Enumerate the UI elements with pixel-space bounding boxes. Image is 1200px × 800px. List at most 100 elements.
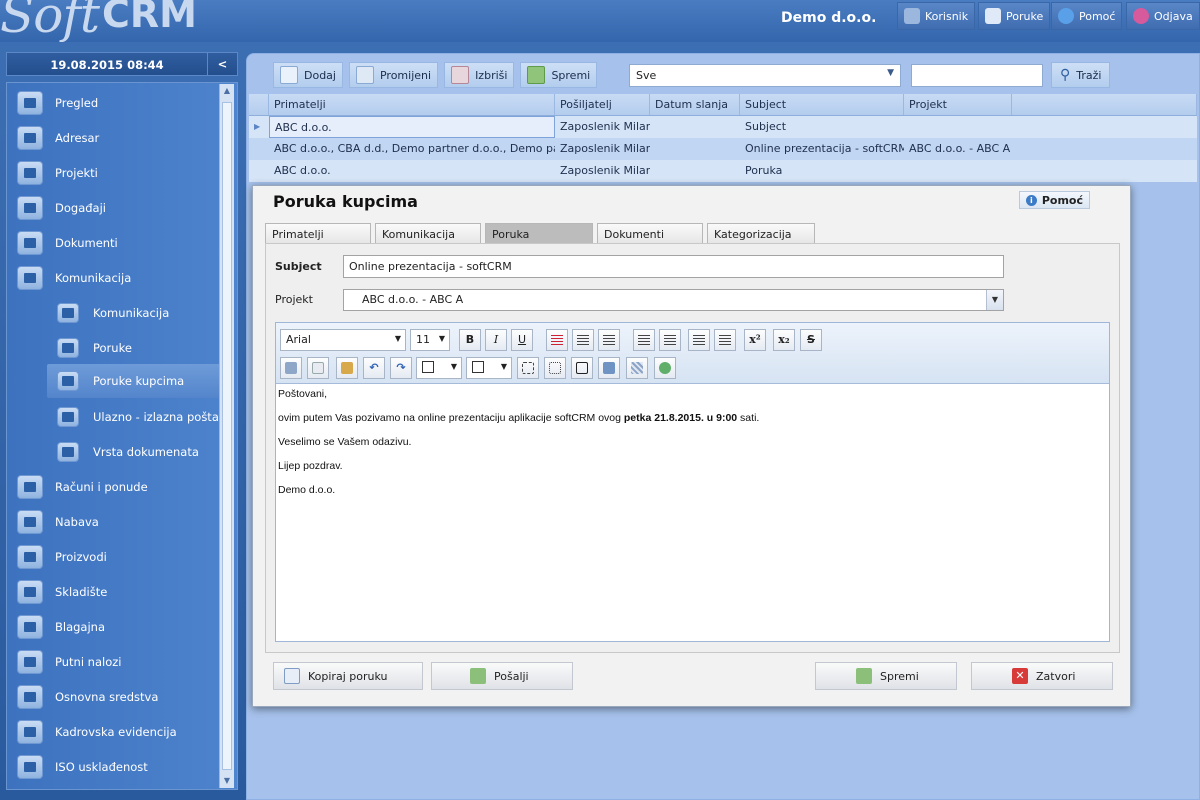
edit-button[interactable]: Promijeni — [348, 62, 439, 88]
undo-button[interactable]: ↶ — [363, 357, 385, 379]
table-cell[interactable]: ABC d.o.o. — [269, 160, 555, 182]
table-cell[interactable] — [904, 116, 1012, 138]
cut-button[interactable] — [280, 357, 302, 379]
sidebar-item-skladiste[interactable]: Skladište — [17, 576, 222, 608]
hyperlink-button[interactable] — [654, 357, 676, 379]
filter-dropdown[interactable]: Sve ▼ — [629, 64, 901, 87]
table-cell[interactable]: ABC d.o.o., CBA d.d., Demo partner d.o.o… — [269, 138, 555, 160]
sidebar-item-putni-nalozi[interactable]: Putni nalozi — [17, 646, 222, 678]
underline-button[interactable]: U — [511, 329, 533, 351]
table-button[interactable] — [544, 357, 566, 379]
numbered-list-button[interactable] — [714, 329, 736, 351]
sidebar-item-adresar[interactable]: Adresar — [17, 122, 222, 154]
sidebar-item-dokumenti[interactable]: Dokumenti — [17, 227, 222, 259]
table-cell[interactable]: ABC d.o.o. - ABC A — [904, 138, 1012, 160]
redo-button[interactable]: ↷ — [390, 357, 412, 379]
table-row[interactable]: ABC d.o.o. Zaposlenik Milan Poruka — [249, 160, 1197, 182]
bullet-list-button[interactable] — [688, 329, 710, 351]
project-select[interactable]: ABC d.o.o. - ABC A ▼ — [343, 289, 1004, 311]
tab-poruka[interactable]: Poruka — [485, 223, 593, 243]
column-header[interactable]: Datum slanja — [650, 94, 740, 115]
sidebar-subitem-poruke-kupcima[interactable]: Poruke kupcima — [47, 364, 223, 398]
sidebar-scrollbar[interactable]: ▲ ▼ — [219, 84, 234, 788]
close-dialog-button[interactable]: ✕ Zatvori — [971, 662, 1113, 690]
table-cell[interactable]: Zaposlenik Milan — [555, 116, 650, 138]
sidebar-item-komunikacija[interactable]: Komunikacija — [17, 262, 222, 294]
table-cell[interactable] — [650, 138, 740, 160]
table-cell[interactable] — [650, 116, 740, 138]
font-color-select[interactable]: ▼ — [466, 357, 512, 379]
tab-dokumenti[interactable]: Dokumenti — [597, 223, 703, 243]
table-cell[interactable] — [904, 160, 1012, 182]
paste-button[interactable] — [336, 357, 358, 379]
font-size-select[interactable]: 11 ▼ — [410, 329, 450, 351]
table-cell[interactable]: Online prezentacija - softCRM — [740, 138, 904, 160]
table-cell[interactable]: Subject — [740, 116, 904, 138]
align-left-button[interactable] — [546, 329, 568, 351]
sidebar-item-proizvodi[interactable]: Proizvodi — [17, 541, 222, 573]
tab-kategorizacija[interactable]: Kategorizacija — [707, 223, 815, 243]
image-button[interactable] — [598, 357, 620, 379]
highlight-color-select[interactable]: ▼ — [416, 357, 462, 379]
table-cell[interactable] — [650, 160, 740, 182]
sidebar-item-projekti[interactable]: Projekti — [17, 157, 222, 189]
messages-button[interactable]: Poruke — [978, 2, 1051, 30]
copy-message-button[interactable]: Kopiraj poruku — [273, 662, 423, 690]
sidebar-item-osnovna-sredstva[interactable]: Osnovna sredstva — [17, 681, 222, 713]
scroll-down-icon[interactable]: ▼ — [220, 774, 234, 788]
user-button[interactable]: Korisnik — [897, 2, 976, 30]
outdent-button[interactable] — [633, 329, 655, 351]
sidebar-item-pregled[interactable]: Pregled — [17, 87, 222, 119]
subject-input[interactable]: Online prezentacija - softCRM — [343, 255, 1004, 278]
sidebar-subitem-vrsta-dokumenata[interactable]: Vrsta dokumenata — [47, 436, 223, 468]
select-all-button[interactable] — [517, 357, 539, 379]
collapse-sidebar-button[interactable]: < — [207, 53, 237, 75]
save-toolbar-button[interactable]: Spremi — [520, 62, 598, 88]
column-header[interactable]: Primatelji — [269, 94, 555, 115]
border-button[interactable] — [571, 357, 593, 379]
send-button[interactable]: Pošalji — [431, 662, 573, 690]
scroll-up-icon[interactable]: ▲ — [220, 84, 234, 98]
copy-button[interactable] — [307, 357, 329, 379]
tab-primatelji[interactable]: Primatelji — [265, 223, 371, 243]
delete-button[interactable]: Izbriši — [444, 62, 515, 88]
sidebar-item-dogadaji[interactable]: Događaji — [17, 192, 222, 224]
sidebar-item-nabava[interactable]: Nabava — [17, 506, 222, 538]
chevron-down-icon[interactable]: ▼ — [986, 290, 1003, 310]
column-header[interactable]: Subject — [740, 94, 904, 115]
logout-button[interactable]: Odjava — [1126, 2, 1200, 30]
bold-button[interactable]: B — [459, 329, 481, 351]
sidebar-item-blagajna[interactable]: Blagajna — [17, 611, 222, 643]
align-center-button[interactable] — [572, 329, 594, 351]
align-right-button[interactable] — [598, 329, 620, 351]
search-input[interactable] — [911, 64, 1043, 87]
sidebar-item-iso-uskladenost[interactable]: ISO usklađenost — [17, 751, 222, 783]
font-family-select[interactable]: Arial ▼ — [280, 329, 406, 351]
save-dialog-button[interactable]: Spremi — [815, 662, 957, 690]
table-cell[interactable]: Poruka — [740, 160, 904, 182]
tab-komunikacija[interactable]: Komunikacija — [375, 223, 481, 243]
sidebar-item-kadrovska-evidencija[interactable]: Kadrovska evidencija — [17, 716, 222, 748]
superscript-button[interactable]: x² — [744, 329, 766, 351]
table-cell[interactable]: Zaposlenik Milan — [555, 160, 650, 182]
sidebar-subitem-poruke[interactable]: Poruke — [47, 332, 223, 364]
table-cell[interactable]: ABC d.o.o. — [269, 116, 555, 138]
search-button[interactable]: ⚲ Traži — [1051, 62, 1111, 88]
strikethrough-button[interactable]: S — [800, 329, 822, 351]
column-header[interactable]: Pošiljatelj — [555, 94, 650, 115]
column-header[interactable]: Projekt — [904, 94, 1012, 115]
table-cell[interactable]: Zaposlenik Milan — [555, 138, 650, 160]
dialog-help-button[interactable]: i Pomoć — [1018, 191, 1090, 209]
table-row[interactable]: ABC d.o.o., CBA d.d., Demo partner d.o.o… — [249, 138, 1197, 160]
background-button[interactable] — [626, 357, 648, 379]
indent-button[interactable] — [659, 329, 681, 351]
sidebar-item-racuni-i-ponude[interactable]: Računi i ponude — [17, 471, 222, 503]
sidebar-subitem-komunikacija[interactable]: Komunikacija — [47, 297, 223, 329]
scrollbar-thumb[interactable] — [222, 102, 232, 770]
italic-button[interactable]: I — [485, 329, 507, 351]
sidebar-subitem-ulazno-izlazna-posta[interactable]: Ulazno - izlazna pošta — [47, 401, 223, 433]
table-row[interactable]: ▶ ABC d.o.o. Zaposlenik Milan Subject — [249, 116, 1197, 138]
add-button[interactable]: Dodaj — [273, 62, 343, 88]
subscript-button[interactable]: x₂ — [773, 329, 795, 351]
help-top-button[interactable]: Pomoć — [1051, 2, 1123, 30]
